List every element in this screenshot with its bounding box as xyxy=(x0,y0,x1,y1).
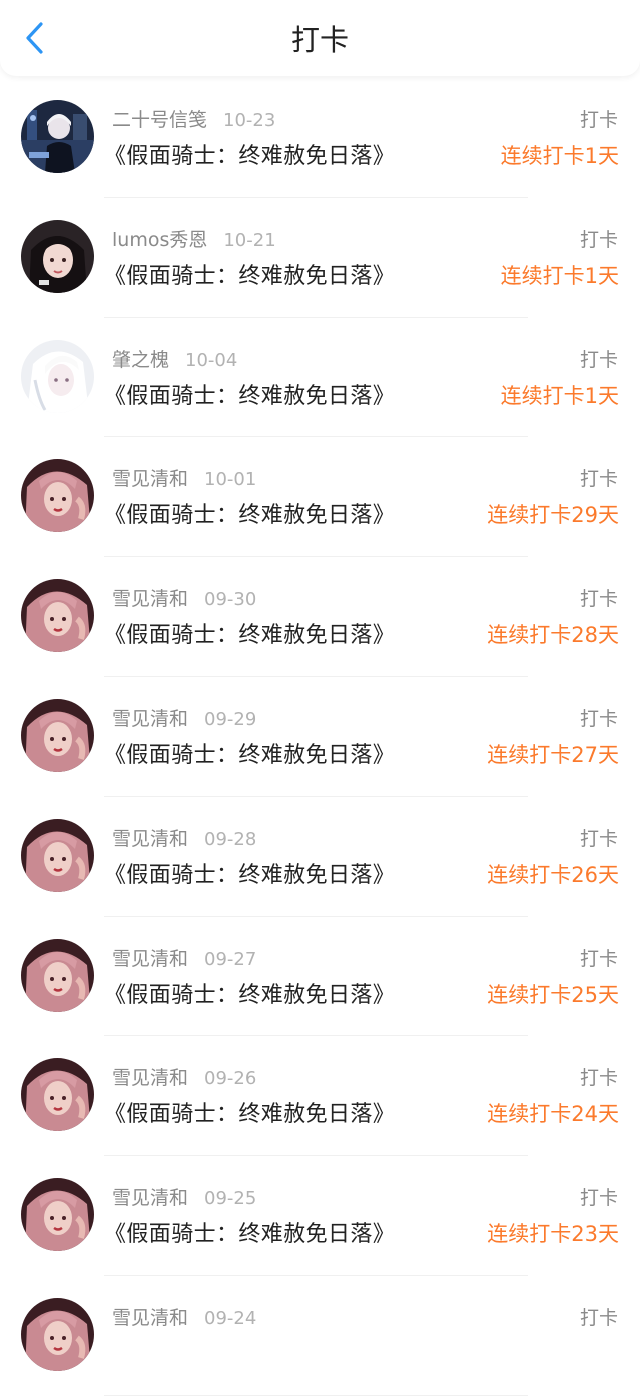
checkin-date: 09-27 xyxy=(204,948,257,970)
list-item[interactable]: 雪见清和 09-27 《假面骑士：终难赦免日落》 打卡 连续打卡25天 xyxy=(0,917,640,1037)
checkin-tag: 打卡 xyxy=(579,1067,618,1090)
list-item[interactable]: 雪见清和 09-28 《假面骑士：终难赦免日落》 打卡 连续打卡26天 xyxy=(0,797,640,917)
list-item[interactable]: 雪见清和 09-25 《假面骑士：终难赦免日落》 打卡 连续打卡23天 xyxy=(0,1156,640,1276)
user-meta: 雪见清和 09-26 xyxy=(112,1063,256,1090)
username[interactable]: 雪见清和 xyxy=(112,828,188,850)
checkin-tag: 打卡 xyxy=(579,588,618,611)
avatar-pink-hair[interactable] xyxy=(21,579,94,653)
checkin-date: 09-29 xyxy=(204,708,257,730)
user-meta: lumos秀恩 10-21 xyxy=(112,225,276,252)
book-title[interactable]: 《假面骑士：终难赦免日落》 xyxy=(104,977,395,1009)
checkin-date: 10-04 xyxy=(185,349,238,371)
book-title[interactable]: 《假面骑士：终难赦免日落》 xyxy=(104,258,395,290)
user-meta: 雪见清和 09-28 xyxy=(112,824,256,851)
username[interactable]: 雪见清和 xyxy=(112,468,188,490)
user-meta: 肇之槐 10-04 xyxy=(112,345,237,372)
streak-label: 连续打卡27天 xyxy=(487,742,619,767)
checkin-list: 二十号信笺 10-23 《假面骑士：终难赦免日落》 打卡 连续打卡1天 lumos… xyxy=(0,78,640,1396)
checkin-date: 10-23 xyxy=(223,110,276,131)
avatar-pink-hair[interactable] xyxy=(21,818,94,892)
checkin-date: 10-21 xyxy=(223,229,276,251)
avatar-pink-hair[interactable] xyxy=(21,698,94,772)
checkin-tag: 打卡 xyxy=(579,947,618,970)
streak-label: 连续打卡1天 xyxy=(500,383,619,408)
book-title[interactable]: 《假面骑士：终难赦免日落》 xyxy=(104,1216,395,1248)
checkin-tag: 打卡 xyxy=(579,468,618,491)
username[interactable]: 雪见清和 xyxy=(112,1307,188,1329)
checkin-tag: 打卡 xyxy=(579,348,618,371)
list-item[interactable]: 雪见清和 09-30 《假面骑士：终难赦免日落》 打卡 连续打卡28天 xyxy=(0,557,640,677)
streak-label: 连续打卡24天 xyxy=(487,1102,619,1127)
checkin-tag: 打卡 xyxy=(579,1187,618,1210)
checkin-tag: 打卡 xyxy=(579,228,618,251)
username[interactable]: 雪见清和 xyxy=(112,1187,188,1209)
page-title: 打卡 xyxy=(290,23,349,57)
checkin-date: 09-26 xyxy=(204,1068,257,1090)
book-title[interactable]: 《假面骑士：终难赦免日落》 xyxy=(104,857,395,889)
checkin-date: 10-01 xyxy=(204,469,257,491)
book-title[interactable]: 《假面骑士：终难赦免日落》 xyxy=(104,1096,395,1128)
book-title[interactable]: 《假面骑士：终难赦免日落》 xyxy=(104,617,395,649)
list-item[interactable]: 二十号信笺 10-23 《假面骑士：终难赦免日落》 打卡 连续打卡1天 xyxy=(0,78,640,198)
user-meta: 雪见清和 09-27 xyxy=(112,944,256,971)
username[interactable]: lumos秀恩 xyxy=(112,229,207,251)
streak-label: 连续打卡1天 xyxy=(500,263,619,288)
user-meta: 雪见清和 09-30 xyxy=(112,584,256,611)
book-title[interactable]: 《假面骑士：终难赦免日落》 xyxy=(104,138,395,170)
user-meta: 二十号信笺 10-23 xyxy=(112,105,275,132)
checkin-date: 09-28 xyxy=(204,828,257,850)
user-meta: 雪见清和 09-29 xyxy=(112,704,256,731)
user-meta: 雪见清和 09-24 xyxy=(112,1303,256,1330)
user-meta: 雪见清和 10-01 xyxy=(112,464,256,491)
streak-label: 连续打卡28天 xyxy=(487,623,619,648)
streak-label: 连续打卡25天 xyxy=(487,982,619,1007)
list-item[interactable]: lumos秀恩 10-21 《假面骑士：终难赦免日落》 打卡 连续打卡1天 xyxy=(0,198,640,318)
avatar-pink-hair[interactable] xyxy=(21,1178,94,1252)
username[interactable]: 雪见清和 xyxy=(112,1067,188,1089)
avatar-dark-scene[interactable] xyxy=(21,100,94,173)
streak-label: 连续打卡29天 xyxy=(487,503,619,528)
list-item[interactable]: 肇之槐 10-04 《假面骑士：终难赦免日落》 打卡 连续打卡1天 xyxy=(0,318,640,438)
avatar-pink-hair[interactable] xyxy=(21,1297,94,1371)
checkin-date: 09-24 xyxy=(204,1307,257,1329)
avatar-pink-hair[interactable] xyxy=(21,459,94,533)
book-title[interactable]: 《假面骑士：终难赦免日落》 xyxy=(104,737,395,769)
avatar-pink-hair[interactable] xyxy=(21,1058,94,1132)
checkin-date: 09-30 xyxy=(204,589,257,611)
streak-label: 连续打卡26天 xyxy=(487,862,619,887)
username[interactable]: 肇之槐 xyxy=(112,349,169,371)
username[interactable]: 雪见清和 xyxy=(112,708,188,730)
avatar-white-hair[interactable] xyxy=(21,339,94,413)
list-item[interactable]: 雪见清和 09-24 打卡 xyxy=(0,1276,640,1396)
avatar-black-hair[interactable] xyxy=(21,219,94,293)
list-item[interactable]: 雪见清和 10-01 《假面骑士：终难赦免日落》 打卡 连续打卡29天 xyxy=(0,437,640,558)
streak-label: 连续打卡23天 xyxy=(487,1222,619,1247)
app-header: 打卡 xyxy=(0,0,640,76)
book-title[interactable]: 《假面骑士：终难赦免日落》 xyxy=(104,378,395,410)
checkin-tag: 打卡 xyxy=(579,707,618,730)
list-item[interactable]: 雪见清和 09-26 《假面骑士：终难赦免日落》 打卡 连续打卡24天 xyxy=(0,1036,640,1157)
username[interactable]: 雪见清和 xyxy=(112,588,188,610)
streak-label: 连续打卡1天 xyxy=(500,144,619,168)
user-meta: 雪见清和 09-25 xyxy=(112,1183,256,1210)
checkin-date: 09-25 xyxy=(204,1188,257,1210)
book-title[interactable]: 《假面骑士：终难赦免日落》 xyxy=(104,497,395,529)
checkin-tag: 打卡 xyxy=(579,109,618,131)
list-item[interactable]: 雪见清和 09-29 《假面骑士：终难赦免日落》 打卡 连续打卡27天 xyxy=(0,677,640,797)
username[interactable]: 雪见清和 xyxy=(112,948,188,970)
avatar-pink-hair[interactable] xyxy=(21,938,94,1012)
username[interactable]: 二十号信笺 xyxy=(112,109,207,131)
checkin-tag: 打卡 xyxy=(579,827,618,850)
checkin-tag: 打卡 xyxy=(579,1306,618,1329)
